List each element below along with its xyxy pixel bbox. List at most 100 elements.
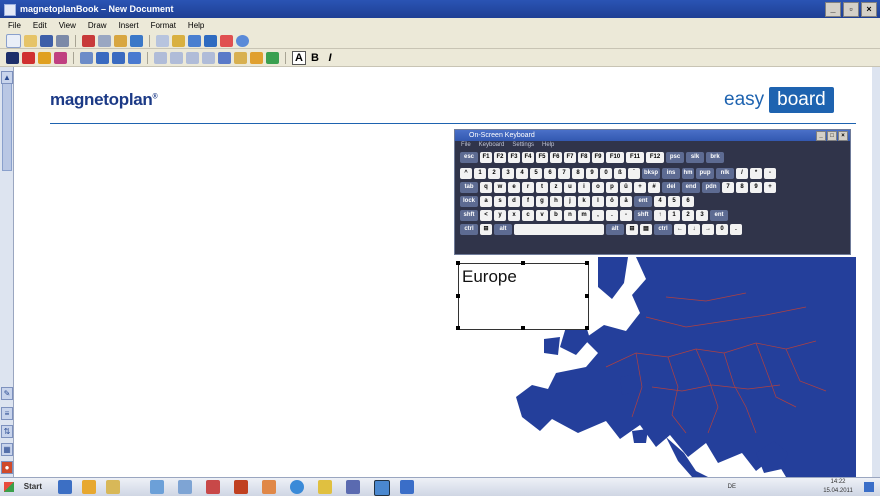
key[interactable]: F10 <box>606 152 624 163</box>
key[interactable]: i <box>578 182 590 193</box>
show-desktop-icon[interactable] <box>864 482 874 492</box>
osk-minimize-icon[interactable]: _ <box>816 131 826 141</box>
key[interactable]: F9 <box>592 152 604 163</box>
page-tool-icon[interactable]: ✎ <box>1 387 13 400</box>
menu-edit[interactable]: Edit <box>33 18 47 33</box>
key[interactable]: < <box>480 210 492 221</box>
key[interactable] <box>514 224 604 235</box>
line-style-icon[interactable] <box>80 51 93 64</box>
highlighter-icon[interactable] <box>38 51 51 64</box>
key[interactable]: 7 <box>722 182 734 193</box>
key[interactable]: alt <box>494 224 512 235</box>
key[interactable]: 4 <box>516 168 528 179</box>
eraser-icon[interactable] <box>266 51 279 64</box>
menu-format[interactable]: Format <box>151 18 176 33</box>
osk-close-icon[interactable]: × <box>838 131 848 141</box>
ellipse-icon[interactable] <box>170 51 183 64</box>
resize-handle[interactable] <box>585 261 589 265</box>
key[interactable]: g <box>536 196 548 207</box>
key[interactable]: 9 <box>586 168 598 179</box>
key[interactable]: # <box>648 182 660 193</box>
screen-icon[interactable] <box>188 34 201 47</box>
menu-draw[interactable]: Draw <box>88 18 107 33</box>
key[interactable]: 0 <box>600 168 612 179</box>
line-icon[interactable] <box>112 51 125 64</box>
pen-icon[interactable] <box>22 51 35 64</box>
page-grid-icon[interactable]: ▦ <box>1 443 13 456</box>
resize-handle[interactable] <box>585 326 589 330</box>
key[interactable]: ⊞ <box>480 224 492 235</box>
print-icon[interactable] <box>56 34 69 47</box>
key[interactable]: 2 <box>488 168 500 179</box>
key[interactable]: ß <box>614 168 626 179</box>
rectangle-icon[interactable] <box>154 51 167 64</box>
key[interactable]: → <box>702 224 714 235</box>
resize-handle[interactable] <box>456 294 460 298</box>
osk-menu-file[interactable]: File <box>461 141 471 150</box>
key[interactable]: psc <box>666 152 684 163</box>
osk-menu-keyboard[interactable]: Keyboard <box>479 141 505 150</box>
key[interactable]: 6 <box>544 168 556 179</box>
key[interactable]: 1 <box>474 168 486 179</box>
europe-textbox[interactable]: Europe <box>456 261 589 330</box>
save-icon[interactable] <box>40 34 53 47</box>
settings-icon[interactable]: ● <box>1 461 13 474</box>
key[interactable]: shft <box>634 210 652 221</box>
key[interactable]: s <box>494 196 506 207</box>
monitor-icon[interactable] <box>400 480 414 494</box>
key[interactable]: ctrl <box>460 224 478 235</box>
key[interactable]: 8 <box>736 182 748 193</box>
key[interactable]: F4 <box>522 152 534 163</box>
media-icon[interactable] <box>262 480 276 494</box>
key[interactable]: 6 <box>682 196 694 207</box>
open-icon[interactable] <box>24 34 37 47</box>
key[interactable]: q <box>480 182 492 193</box>
restore-icon[interactable]: ▫ <box>843 2 859 17</box>
key[interactable]: v <box>536 210 548 221</box>
undo-icon[interactable] <box>130 34 143 47</box>
key[interactable]: f <box>522 196 534 207</box>
key[interactable]: ^ <box>460 168 472 179</box>
gallery-icon[interactable] <box>172 34 185 47</box>
key[interactable]: ent <box>634 196 652 207</box>
resize-handle[interactable] <box>456 326 460 330</box>
board-app-icon[interactable] <box>374 480 390 496</box>
key[interactable]: F8 <box>578 152 590 163</box>
key[interactable]: 5 <box>668 196 680 207</box>
stamp-icon[interactable] <box>250 51 263 64</box>
key[interactable]: hm <box>682 168 694 179</box>
bold-button[interactable]: B <box>309 52 321 64</box>
osk-maximize-icon[interactable]: □ <box>827 131 837 141</box>
network-icon[interactable] <box>150 480 164 494</box>
key[interactable]: , <box>592 210 604 221</box>
key[interactable]: b <box>550 210 562 221</box>
italic-button[interactable]: I <box>324 52 336 64</box>
key[interactable]: 2 <box>682 210 694 221</box>
key[interactable]: F7 <box>564 152 576 163</box>
language-indicator[interactable]: DE <box>728 483 736 492</box>
key[interactable]: z <box>550 182 562 193</box>
key[interactable]: F5 <box>536 152 548 163</box>
key[interactable]: ↑ <box>654 210 666 221</box>
key[interactable]: + <box>634 182 646 193</box>
key[interactable]: x <box>508 210 520 221</box>
key[interactable]: y <box>494 210 506 221</box>
shape-icon[interactable] <box>128 51 141 64</box>
key[interactable]: del <box>662 182 680 193</box>
zoom-icon[interactable] <box>156 34 169 47</box>
key[interactable]: u <box>564 182 576 193</box>
vertical-scrollbar[interactable] <box>871 67 880 477</box>
cut-icon[interactable] <box>82 34 95 47</box>
key[interactable]: m <box>578 210 590 221</box>
briefcase-icon[interactable] <box>234 480 248 494</box>
key[interactable]: ä <box>620 196 632 207</box>
key[interactable]: ← <box>674 224 686 235</box>
key[interactable]: . <box>606 210 618 221</box>
document-icon[interactable] <box>178 480 192 494</box>
close-icon[interactable]: × <box>861 2 877 17</box>
arrow-icon[interactable] <box>202 51 215 64</box>
key[interactable]: e <box>508 182 520 193</box>
resize-handle[interactable] <box>521 261 525 265</box>
key[interactable]: t <box>536 182 548 193</box>
key[interactable]: 3 <box>502 168 514 179</box>
